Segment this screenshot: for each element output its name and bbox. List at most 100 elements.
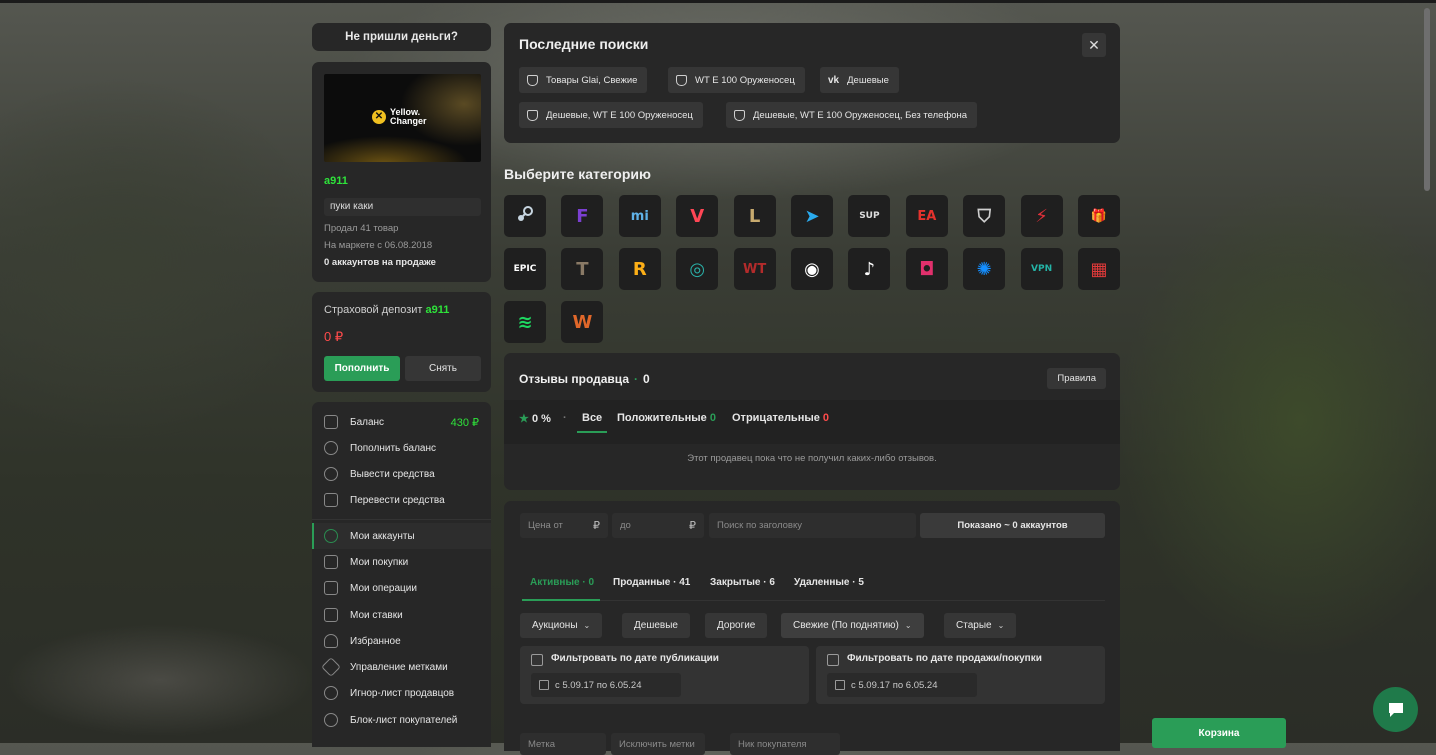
recent-searches-title: Последние поиски [519,36,649,52]
menu-item-label: Управление метками [350,661,448,673]
chip-label: Дешевые [847,74,889,86]
chip-label: Товары Glai, Свежие [546,74,638,86]
page-scrollbar[interactable] [1424,8,1430,191]
recent-search-chip[interactable]: Дешевые, WT E 100 Оруженосец, Без телефо… [726,102,978,128]
category-valorant[interactable]: V [676,195,719,237]
category-world-of-tanks[interactable]: ⛉ [963,195,1006,237]
recent-searches: Последние поиски ✕ Товары Glai, Свежие W… [504,23,1120,143]
yellowchanger-logo-icon: ✕ [372,110,386,124]
vpn-icon: VPN [1031,264,1053,274]
tab-positive-reviews[interactable]: Положительные 0 [617,412,716,424]
spotify-icon: ≋ [517,311,533,333]
menu-item-balance[interactable]: Баланс 430 ₽ [312,409,491,435]
sort-old-dropdown[interactable]: Старые ⌄ [944,613,1017,638]
tab-sold[interactable]: Проданные · 41 [613,577,690,588]
menu-item-favorites[interactable]: Избранное [312,628,491,654]
profile-username[interactable]: a911 [324,175,348,187]
category-ea[interactable]: EA [905,195,948,237]
category-war-thunder[interactable]: WT [733,248,776,290]
tab-closed[interactable]: Закрытые · 6 [710,577,775,588]
gavel-icon [324,608,338,622]
shown-count-button[interactable]: Показано ~ 0 аккаунтов [920,513,1105,538]
title-search-input[interactable]: Поиск по заголовку [709,513,916,538]
category-vpn[interactable]: VPN [1020,248,1063,290]
tag-input[interactable]: Метка [520,733,606,755]
sale-date-checkbox[interactable] [827,654,839,666]
reviews-empty-text: Этот продавец пока что не получил каких-… [687,453,937,464]
chat-button[interactable] [1373,687,1418,732]
category-battlenet[interactable]: ✺ [963,248,1006,290]
menu-item-operations[interactable]: Мои операции [312,575,491,601]
category-tiktok[interactable]: ♪ [848,248,891,290]
category-fortnite[interactable]: F [561,195,604,237]
profile-accounts-on-sale[interactable]: 0 аккаунтов на продаже [324,257,436,268]
tab-negative-reviews[interactable]: Отрицательные 0 [732,412,829,424]
recent-search-chip[interactable]: Товары Glai, Свежие [519,67,648,93]
buyer-nick-input[interactable]: Ник покупателя [730,733,840,755]
send-icon [324,493,338,507]
price-from-input[interactable]: Цена от ₽ [520,513,608,538]
category-warface[interactable]: W [561,301,604,343]
category-escape-from-tarkov[interactable]: T [561,248,604,290]
category-telegram[interactable]: ➤ [791,195,833,237]
category-league-of-legends[interactable]: L [733,195,776,237]
menu-item-purchases[interactable]: Мои покупки [312,549,491,575]
sort-label: Старые [956,620,992,631]
category-steam[interactable] [504,195,546,237]
no-money-button[interactable]: Не пришли деньги? [312,23,491,51]
tab-active[interactable]: Активные · 0 [530,577,594,588]
bag-icon [324,555,338,569]
category-rockstar[interactable]: R [618,248,661,290]
tarkov-icon: T [576,258,589,280]
balance-value: 430 ₽ [450,416,479,429]
close-icon[interactable]: ✕ [1082,33,1106,57]
category-discord[interactable]: ◉ [791,248,833,290]
menu-item-block-list[interactable]: Блок-лист покупателей [312,707,491,733]
profile-since: На маркете с 06.08.2018 [324,240,433,251]
valorant-icon: V [690,205,705,227]
category-epic-games[interactable]: EPIC [504,248,546,290]
menu-item-bids[interactable]: Мои ставки [312,602,491,628]
category-instagram[interactable]: ◘ [905,248,948,290]
menu-item-ignore-list[interactable]: Игнор-лист продавцов [312,680,491,706]
tab-deleted[interactable]: Удаленные · 5 [794,577,864,588]
deposit-amount: 0 ₽ [324,329,344,344]
price-to-input[interactable]: до ₽ [612,513,704,538]
sort-auctions-dropdown[interactable]: Аукционы ⌄ [520,613,603,638]
category-mihoyo[interactable]: mi [618,195,661,237]
menu-item-transfer[interactable]: Перевести средства [312,487,491,513]
sort-cheap-button[interactable]: Дешевые [622,613,690,638]
vk-icon: vk [828,74,840,86]
rockstar-icon: R [632,258,647,280]
deposit-card: Страховой депозит a911 0 ₽ Пополнить Сня… [312,292,491,392]
tab-all-reviews[interactable]: Все [582,412,602,424]
separator-dot: · [563,412,567,424]
sort-expensive-button[interactable]: Дорогие [705,613,768,638]
recent-search-chip[interactable]: WT E 100 Оруженосец [668,67,805,93]
profile-banner[interactable]: ✕ Yellow. Changer [324,74,481,162]
category-cinema[interactable]: ▦ [1078,248,1120,290]
category-spotify[interactable]: ≋ [504,301,546,343]
cart-button[interactable]: Корзина [1152,718,1286,748]
menu-item-topup[interactable]: Пополнить баланс [312,435,491,461]
recent-search-chip[interactable]: vk Дешевые [820,67,899,93]
category-wot-blitz[interactable]: ⚡ [1020,195,1063,237]
category-uplay[interactable]: ◎ [676,248,719,290]
deposit-withdraw-button[interactable]: Снять [405,356,481,381]
deposit-topup-button[interactable]: Пополнить [324,356,400,381]
menu-item-withdraw[interactable]: Вывести средства [312,461,491,487]
category-supercell[interactable]: SUP [848,195,891,237]
publish-date-range-input[interactable]: с 5.09.17 по 6.05.24 [531,673,681,697]
menu-item-my-accounts[interactable]: Мои аккаунты [312,523,491,549]
gift-icon: 🎁 [1090,208,1108,224]
publish-date-checkbox[interactable] [531,654,543,666]
ea-icon: EA [917,208,937,224]
menu-item-tags[interactable]: Управление метками [312,654,491,680]
recent-search-chip[interactable]: Дешевые, WT E 100 Оруженосец [519,102,703,128]
category-gifts[interactable]: 🎁 [1078,195,1120,237]
sort-fresh-dropdown[interactable]: Свежие (По поднятию) ⌄ [781,613,924,638]
discord-icon: ◉ [804,258,820,280]
rules-button[interactable]: Правила [1047,368,1106,389]
exclude-tags-input[interactable]: Исключить метки [611,733,705,755]
sale-date-range-input[interactable]: с 5.09.17 по 6.05.24 [827,673,977,697]
